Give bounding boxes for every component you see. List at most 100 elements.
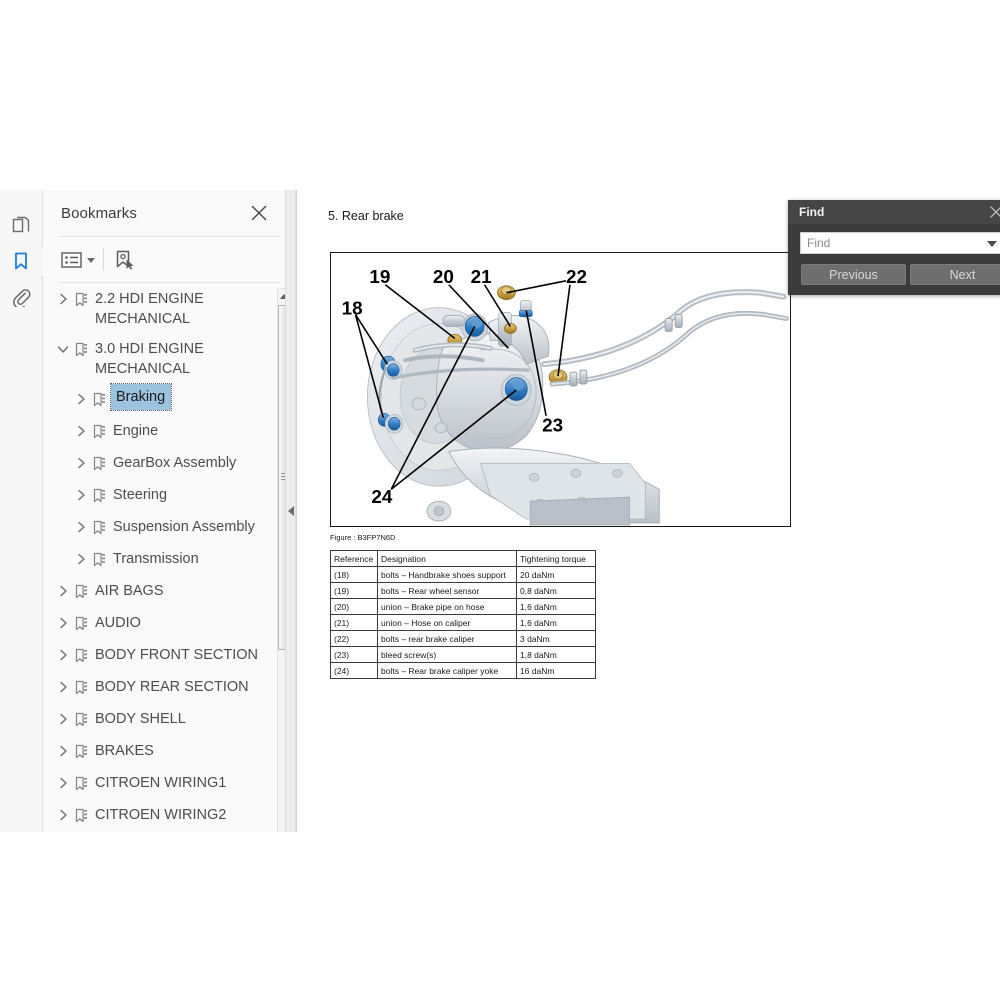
table-cell: 3 daNm [516,630,596,647]
table-row: (22) bolts – rear brake caliper 3 daNm [330,630,596,647]
bookmark-item-label: Steering [113,487,168,503]
chevron-right-icon[interactable] [55,768,71,798]
bookmark-item-3-0-hdi-engine[interactable]: 3.0 HDI ENGINE MECHANICAL [43,334,296,384]
table-row: (20) union – Brake pipe on hose 1,6 daNm [330,598,596,615]
bookmark-item-label: Braking [109,383,173,411]
bookmark-item-label: GearBox Assembly [113,455,237,471]
chevron-right-icon[interactable] [73,480,89,510]
chevron-right-icon[interactable] [55,608,71,638]
bookmarks-icon[interactable] [8,248,34,274]
table-row: (18) bolts – Handbrake shoes support 20 da… [330,566,596,583]
bookmark-item-suspension-assembly[interactable]: Suspension Assembly [43,512,296,544]
bookmark-options-button[interactable] [61,246,95,274]
bookmark-node-icon [71,284,91,314]
table-cell: 1,6 daNm [516,598,596,615]
table-header-row: Reference Designation Tightening torque [330,550,596,567]
bookmark-node-icon [89,416,109,446]
table-cell: 1,8 daNm [516,646,596,663]
bookmark-item-audio[interactable]: AUDIO [43,608,296,640]
chevron-right-icon[interactable] [55,800,71,830]
bookmark-node-icon [89,384,109,414]
table-cell: bolts – rear brake caliper [377,630,517,647]
tightening-torque-table: Reference Designation Tightening torque … [330,550,596,679]
bookmark-item-label: CITROEN WIRING1 [95,775,227,791]
bookmark-item-engine[interactable]: Engine [43,416,296,448]
chevron-right-icon[interactable] [55,672,71,702]
new-bookmark-button[interactable] [113,246,135,274]
toolbar-divider [103,248,104,270]
callout-21: 21 [471,266,492,287]
bookmark-node-icon [71,768,91,798]
bookmark-item-label: 3.0 HDI ENGINE MECHANICAL [95,341,204,377]
table-cell: bolts – Handbrake shoes support [377,566,517,583]
callout-19: 19 [369,266,390,287]
bookmark-item-body-rear-section[interactable]: BODY REAR SECTION [43,672,296,704]
chevron-down-icon[interactable] [987,241,997,247]
toolbar-divider-line [59,282,280,283]
callout-18: 18 [342,298,363,319]
bookmark-item-body-front-section[interactable]: BODY FRONT SECTION [43,640,296,672]
bookmark-item-citroen-wiring1[interactable]: CITROEN WIRING1 [43,768,296,800]
chevron-right-icon[interactable] [73,384,89,414]
find-combobox[interactable] [800,232,1000,254]
bookmark-node-icon [71,334,91,364]
chevron-right-icon[interactable] [73,448,89,478]
bookmark-item-air-bags[interactable]: AIR BAGS [43,576,296,608]
table-cell: (21) [330,614,378,631]
bookmark-item-label: CITROEN WIRING2 [95,807,227,823]
bookmark-node-icon [89,448,109,478]
table-cell: 16 daNm [516,662,596,679]
close-icon[interactable] [988,204,1000,220]
panel-collapse-handle[interactable] [285,190,296,832]
bookmark-item-label: AIR BAGS [95,583,164,599]
bookmark-node-icon [71,608,91,638]
bookmark-item-citroen-wiring2[interactable]: CITROEN WIRING2 [43,800,296,832]
table-cell: (23) [330,646,378,663]
chevron-right-icon[interactable] [55,704,71,734]
chevron-right-icon[interactable] [73,416,89,446]
chevron-right-icon[interactable] [55,576,71,606]
callout-24: 24 [371,486,392,507]
chevron-right-icon[interactable] [55,284,71,314]
table-cell: union – Brake pipe on hose [377,598,517,615]
table-cell: (22) [330,630,378,647]
table-cell: (24) [330,662,378,679]
bookmark-item-brakes[interactable]: BRAKES [43,736,296,768]
table-cell: bleed screw(s) [377,646,517,663]
table-cell: 1,6 daNm [516,614,596,631]
bookmark-item-label: 2.2 HDI ENGINE MECHANICAL [95,291,204,327]
page-thumbnails-icon[interactable] [8,212,34,238]
table-cell: union – Hose on caliper [377,614,517,631]
find-previous-button[interactable]: Previous [801,264,906,285]
column-header-designation: Designation [377,550,517,567]
bookmark-item-gearbox-assembly[interactable]: GearBox Assembly [43,448,296,480]
rear-brake-illustration: 19 20 21 22 18 23 24 [342,266,789,526]
close-icon[interactable] [248,202,270,224]
bookmarks-panel: Bookmarks 2.2 HDI ENGINE MECHANICAL 3.0 … [43,190,297,832]
bookmark-item-2-2-hdi-engine[interactable]: 2.2 HDI ENGINE MECHANICAL [43,284,296,334]
bookmark-item-transmission[interactable]: Transmission [43,544,296,576]
chevron-right-icon[interactable] [73,544,89,574]
bookmark-item-label: AUDIO [95,615,141,631]
bookmark-item-steering[interactable]: Steering [43,480,296,512]
table-cell: (19) [330,582,378,599]
table-cell: bolts – Rear brake caliper yoke [377,662,517,679]
find-input[interactable] [801,233,981,253]
figure-caption: Figure : B3FP7N6D [330,533,396,542]
table-row: (23) bleed screw(s) 1,8 daNm [330,646,596,663]
attachments-icon[interactable] [8,284,34,310]
chevron-right-icon[interactable] [55,736,71,766]
bookmark-item-braking[interactable]: Braking [43,383,296,416]
table-cell: bolts – Rear wheel sensor [377,582,517,599]
find-next-button[interactable]: Next [910,264,1000,285]
bookmark-item-label: BRAKES [95,743,154,759]
chevron-down-icon [87,257,95,263]
screen: Bookmarks 2.2 HDI ENGINE MECHANICAL 3.0 … [0,0,1000,1000]
callout-22: 22 [566,266,587,287]
chevron-down-icon[interactable] [55,334,71,364]
chevron-right-icon[interactable] [55,640,71,670]
bookmark-node-icon [71,576,91,606]
bookmark-item-body-shell[interactable]: BODY SHELL [43,704,296,736]
bookmark-tree[interactable]: 2.2 HDI ENGINE MECHANICAL 3.0 HDI ENGINE… [43,284,296,832]
chevron-right-icon[interactable] [73,512,89,542]
